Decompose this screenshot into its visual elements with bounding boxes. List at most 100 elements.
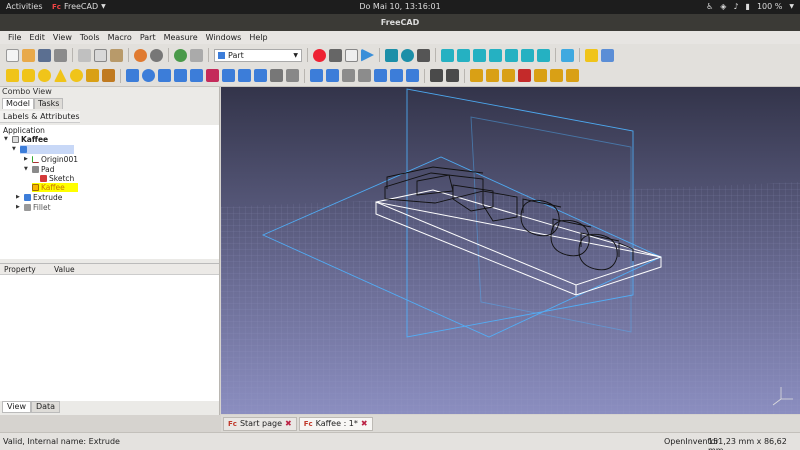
create-part-icon[interactable] [585,48,598,62]
sweep-icon[interactable] [254,69,267,82]
sphere-icon[interactable] [38,69,51,82]
measure-toggle-all-icon[interactable] [534,69,547,82]
tree-item-fillet[interactable]: ▶ Fillet [16,203,51,212]
measure-angular-icon[interactable] [486,69,499,82]
section-icon[interactable] [270,69,283,82]
view-front-icon[interactable] [457,48,470,62]
extrude-icon[interactable] [126,69,139,82]
revolve-icon[interactable] [142,69,155,82]
record-macro-icon[interactable] [313,48,326,62]
collapse-arrow-icon[interactable]: ▼ [4,135,10,144]
expand-arrow-icon[interactable]: ▶ [24,155,30,164]
stop-macro-icon[interactable] [329,48,342,62]
tree-item-pad[interactable]: ▼ Pad [24,165,55,174]
view-left-icon[interactable] [537,48,550,62]
tab-model[interactable]: Model [2,98,35,109]
defeaturing-icon[interactable] [446,69,459,82]
save-icon[interactable] [38,48,51,62]
tree-selected-item[interactable] [20,145,74,154]
open-document-icon[interactable] [22,48,35,62]
view-right-icon[interactable] [489,48,502,62]
tab-view[interactable]: View [2,401,31,413]
workbench-selector[interactable]: Part ▼ [214,48,302,62]
tab-kaffee[interactable]: Fc Kaffee : 1* ✖ [298,416,373,431]
menu-edit[interactable]: Edit [25,31,49,44]
collapse-arrow-icon[interactable]: ▼ [24,165,30,174]
chevron-down-icon[interactable]: ▼ [789,3,794,10]
tab-data[interactable]: Data [30,401,61,413]
collapse-arrow-icon[interactable]: ▼ [12,145,18,154]
expand-arrow-icon[interactable]: ▶ [16,203,22,212]
measure-clear-icon[interactable] [518,69,531,82]
compound-tools-icon[interactable] [406,69,419,82]
chamfer-icon[interactable] [190,69,203,82]
measure-linear-icon[interactable] [470,69,483,82]
box-icon[interactable] [6,69,19,82]
loft-icon[interactable] [238,69,251,82]
menu-tools[interactable]: Tools [76,31,104,44]
view-top-icon[interactable] [473,48,486,62]
fuse-icon[interactable] [342,69,355,82]
network-icon[interactable]: ◈ [720,2,726,11]
run-macro-icon[interactable] [361,48,374,62]
menu-windows[interactable]: Windows [202,31,246,44]
make-face-icon[interactable] [206,69,219,82]
refresh-icon[interactable] [174,48,187,62]
cone-icon[interactable] [54,69,67,82]
view-axonometric-icon[interactable] [441,48,454,62]
tree-item-sketch[interactable]: Sketch [40,174,74,183]
expand-arrow-icon[interactable]: ▶ [16,193,22,202]
3d-viewport[interactable] [221,87,800,414]
primitives-icon[interactable] [86,69,99,82]
copy-icon[interactable] [94,48,107,62]
new-document-icon[interactable] [6,48,19,62]
zoom-fit-icon[interactable] [385,48,398,62]
menu-part[interactable]: Part [136,31,160,44]
thickness-icon[interactable] [286,69,299,82]
paste-icon[interactable] [110,48,123,62]
zoom-selection-icon[interactable] [401,48,414,62]
check-geometry-icon[interactable] [430,69,443,82]
ruled-surface-icon[interactable] [222,69,235,82]
tree-item-extrude[interactable]: ▶ Extrude [16,193,62,202]
accessibility-icon[interactable]: ♿ [706,2,713,11]
menu-macro[interactable]: Macro [104,31,136,44]
undo-icon[interactable] [134,48,147,62]
mirror-icon[interactable] [158,69,171,82]
view-bottom-icon[interactable] [521,48,534,62]
volume-icon[interactable]: ♪ [733,2,738,11]
menu-file[interactable]: File [4,31,25,44]
view-rear-icon[interactable] [505,48,518,62]
torus-icon[interactable] [70,69,83,82]
whats-this-icon[interactable] [190,48,203,62]
tree-highlighted-item[interactable]: Kaffee [32,183,78,192]
shape-builder-icon[interactable] [102,69,115,82]
menu-view[interactable]: View [49,31,76,44]
measure-toggle-3d-icon[interactable] [550,69,563,82]
tree-document-kaffee[interactable]: ▼ Kaffee [4,135,48,144]
clock[interactable]: Do Mai 10, 13:16:01 [0,2,800,11]
measure-toggle-delta-icon[interactable] [566,69,579,82]
tree-item-origin001[interactable]: ▶ Origin001 [24,155,78,164]
tree-item-kaffee-text[interactable]: Kaffee [32,183,78,192]
fillet-icon[interactable] [174,69,187,82]
join-features-icon[interactable] [374,69,387,82]
system-tray[interactable]: ♿ ◈ ♪ ▮ 100 % ▼ [706,2,794,11]
3d-scene[interactable] [221,87,800,414]
close-icon[interactable]: ✖ [285,419,292,428]
menu-help[interactable]: Help [245,31,271,44]
boolean-icon[interactable] [310,69,323,82]
split-icon[interactable] [390,69,403,82]
tree-item-body[interactable]: ▼ [12,145,74,154]
cylinder-icon[interactable] [22,69,35,82]
measure-refresh-icon[interactable] [502,69,515,82]
measure-distance-icon[interactable] [561,48,574,62]
cut-icon[interactable] [78,48,91,62]
menu-measure[interactable]: Measure [160,31,202,44]
property-editor[interactable]: Property Value [0,263,219,401]
print-icon[interactable] [54,48,67,62]
close-icon[interactable]: ✖ [361,419,368,428]
labels-attributes-header[interactable]: Labels & Attributes [0,111,80,123]
create-group-icon[interactable] [601,48,614,62]
tab-start-page[interactable]: Fc Start page ✖ [223,416,297,431]
